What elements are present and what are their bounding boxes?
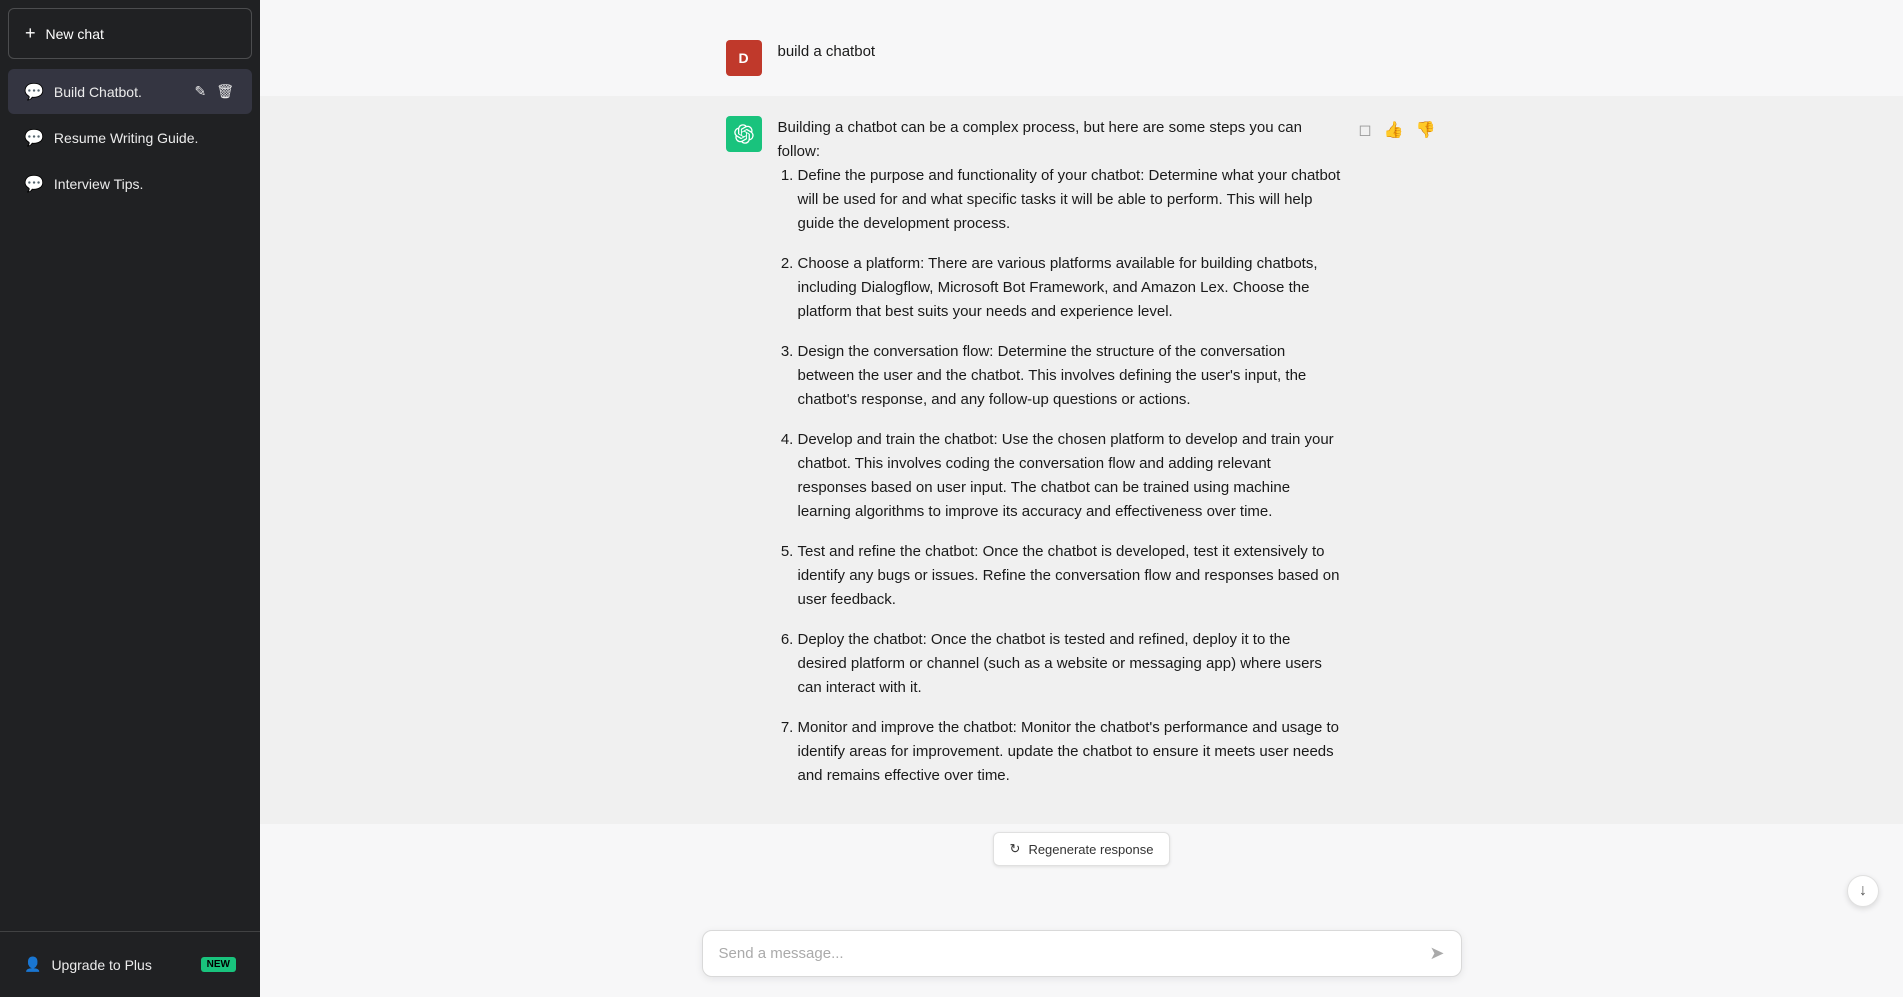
upgrade-label: Upgrade to Plus bbox=[51, 957, 151, 973]
step-item-2: Choose a platform: There are various pla… bbox=[798, 252, 1341, 324]
sidebar-item-build-chatbot[interactable]: 💬 Build Chatbot. ✎ 🗑 bbox=[8, 69, 252, 114]
sidebar-item-resume-writing[interactable]: 💬 Resume Writing Guide. bbox=[8, 116, 252, 160]
sidebar-item-label-3: Interview Tips. bbox=[54, 176, 236, 192]
user-message-text: build a chatbot bbox=[778, 43, 876, 60]
main-content: D build a chatbot Building a chatbot can… bbox=[260, 0, 1903, 997]
message-input[interactable] bbox=[703, 931, 1461, 976]
new-chat-label: New chat bbox=[46, 26, 104, 42]
scroll-down-button[interactable]: ↓ bbox=[1847, 875, 1879, 907]
sidebar-item-interview-tips[interactable]: 💬 Interview Tips. bbox=[8, 162, 252, 206]
new-badge: NEW bbox=[201, 957, 236, 972]
conversation: D build a chatbot Building a chatbot can… bbox=[260, 0, 1903, 918]
user-avatar: D bbox=[726, 40, 762, 76]
input-area: ➤ bbox=[260, 918, 1903, 997]
item-actions: ✎ 🗑 bbox=[192, 81, 236, 102]
steps-list: Define the purpose and functionality of … bbox=[778, 164, 1341, 788]
regenerate-label: Regenerate response bbox=[1028, 842, 1153, 857]
plus-icon: + bbox=[25, 23, 36, 44]
ai-message-content: Building a chatbot can be a complex proc… bbox=[778, 116, 1341, 804]
step-item-6: Deploy the chatbot: Once the chatbot is … bbox=[798, 628, 1341, 700]
regenerate-icon: ↻ bbox=[1010, 841, 1021, 857]
sidebar-bottom: 👤 Upgrade to Plus NEW bbox=[0, 931, 260, 997]
copy-button[interactable]: ◻ bbox=[1356, 118, 1373, 142]
user-message-row: D build a chatbot bbox=[260, 20, 1903, 96]
chat-icon-3: 💬 bbox=[24, 174, 44, 194]
user-message-inner: D build a chatbot bbox=[702, 40, 1462, 76]
thumbs-up-button[interactable]: 👍 bbox=[1382, 118, 1406, 142]
ai-message-row: Building a chatbot can be a complex proc… bbox=[260, 96, 1903, 824]
upgrade-button[interactable]: 👤 Upgrade to Plus NEW bbox=[8, 944, 252, 985]
edit-button[interactable]: ✎ bbox=[192, 81, 208, 102]
chat-icon: 💬 bbox=[24, 82, 44, 102]
ai-message-inner: Building a chatbot can be a complex proc… bbox=[702, 116, 1462, 804]
regenerate-button[interactable]: ↻ Regenerate response bbox=[993, 832, 1171, 866]
user-icon: 👤 bbox=[24, 956, 41, 973]
message-actions: ◻ 👍 👎 bbox=[1356, 118, 1437, 142]
ai-intro-text: Building a chatbot can be a complex proc… bbox=[778, 116, 1341, 164]
thumbs-down-button[interactable]: 👎 bbox=[1414, 118, 1438, 142]
step-item-7: Monitor and improve the chatbot: Monitor… bbox=[798, 716, 1341, 788]
step-item-5: Test and refine the chatbot: Once the ch… bbox=[798, 540, 1341, 612]
sidebar-item-label: Build Chatbot. bbox=[54, 84, 183, 100]
sidebar-item-label-2: Resume Writing Guide. bbox=[54, 130, 236, 146]
step-item-4: Develop and train the chatbot: Use the c… bbox=[798, 428, 1341, 524]
delete-button[interactable]: 🗑 bbox=[214, 81, 236, 102]
input-wrapper: ➤ bbox=[702, 930, 1462, 977]
sidebar: + New chat 💬 Build Chatbot. ✎ 🗑 💬 Resume… bbox=[0, 0, 260, 997]
user-message-content: build a chatbot bbox=[778, 40, 1438, 64]
send-button[interactable]: ➤ bbox=[1425, 939, 1448, 968]
regenerate-bar: ↻ Regenerate response bbox=[260, 824, 1903, 870]
chat-icon-2: 💬 bbox=[24, 128, 44, 148]
step-item-3: Design the conversation flow: Determine … bbox=[798, 340, 1341, 412]
step-item-1: Define the purpose and functionality of … bbox=[798, 164, 1341, 236]
ai-avatar bbox=[726, 116, 762, 152]
new-chat-button[interactable]: + New chat bbox=[8, 8, 252, 59]
sidebar-items: 💬 Build Chatbot. ✎ 🗑 💬 Resume Writing Gu… bbox=[0, 67, 260, 208]
